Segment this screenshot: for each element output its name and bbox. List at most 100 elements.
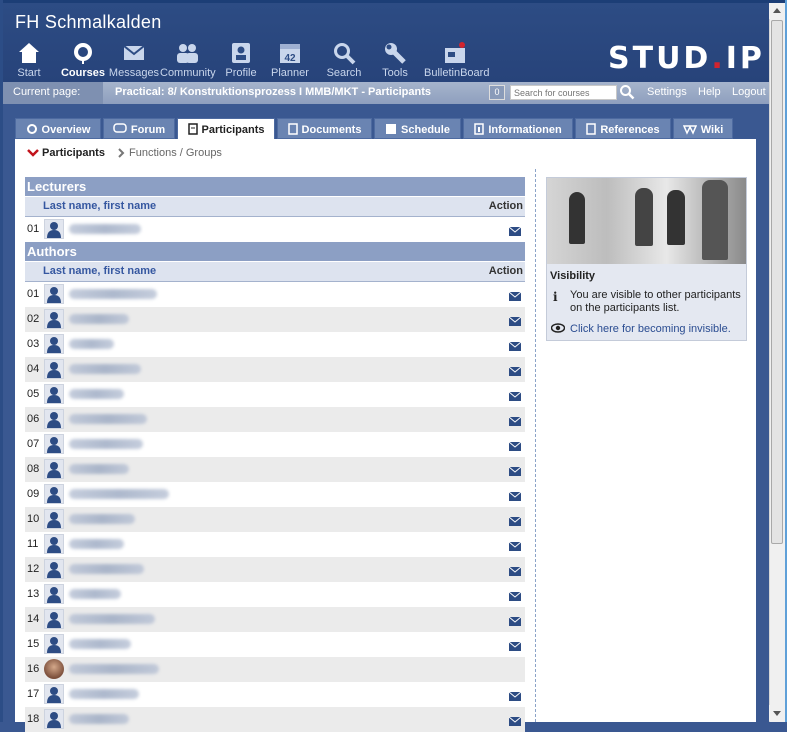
nav-planner[interactable]: 42 Planner (265, 41, 315, 79)
participant-name-blurred[interactable] (69, 339, 114, 349)
tab-forum[interactable]: Forum (103, 118, 175, 139)
send-message-icon[interactable] (508, 640, 522, 651)
row-number: 01 (27, 223, 40, 235)
participant-name-blurred[interactable] (69, 489, 169, 499)
participant-name-blurred[interactable] (69, 589, 121, 599)
participant-name-blurred[interactable] (69, 314, 129, 324)
notification-counter[interactable]: 0 (489, 85, 505, 100)
tab-schedule[interactable]: Schedule (374, 118, 461, 139)
avatar[interactable] (44, 384, 64, 404)
avatar[interactable] (44, 584, 64, 604)
scroll-up-button[interactable] (769, 3, 785, 19)
settings-link[interactable]: Settings (647, 86, 687, 98)
send-message-icon[interactable] (508, 415, 522, 426)
send-message-icon[interactable] (508, 615, 522, 626)
participant-name-blurred[interactable] (69, 639, 131, 649)
participant-name-blurred[interactable] (69, 514, 135, 524)
avatar[interactable] (44, 359, 64, 379)
chevron-right-icon (118, 148, 125, 158)
nav-bulletinboard[interactable]: BulletinBoard (424, 41, 489, 79)
tab-wiki[interactable]: Wiki (673, 118, 733, 139)
scroll-down-button[interactable] (769, 705, 785, 721)
nav-search[interactable]: Search (316, 41, 372, 79)
send-message-icon[interactable] (508, 590, 522, 601)
avatar[interactable] (44, 309, 64, 329)
scrollbar-thumb[interactable] (771, 20, 783, 544)
nav-community[interactable]: Community (160, 41, 216, 79)
subnav-functions-groups[interactable]: Functions / Groups (129, 147, 222, 159)
studip-logo[interactable]: STUD.IP (608, 41, 765, 76)
avatar[interactable] (44, 709, 64, 729)
send-message-icon[interactable] (508, 565, 522, 576)
course-search-input[interactable] (510, 85, 617, 100)
participant-name-blurred[interactable] (69, 664, 159, 674)
search-icon[interactable] (619, 84, 635, 100)
column-action-label: Action (488, 200, 523, 212)
participant-name-blurred[interactable] (69, 289, 157, 299)
nav-label: Planner (271, 67, 309, 79)
avatar[interactable] (44, 459, 64, 479)
send-message-icon[interactable] (508, 365, 522, 376)
send-message-icon[interactable] (508, 490, 522, 501)
overview-icon (26, 123, 38, 138)
avatar[interactable] (44, 559, 64, 579)
nav-start[interactable]: Start (3, 41, 55, 79)
avatar[interactable] (44, 219, 64, 239)
nav-courses[interactable]: Courses (54, 41, 112, 79)
avatar[interactable] (44, 284, 64, 304)
avatar[interactable] (44, 609, 64, 629)
participant-name-blurred[interactable] (69, 439, 143, 449)
nav-tools[interactable]: Tools (367, 41, 423, 79)
tab-documents[interactable]: Documents (277, 118, 372, 139)
send-message-icon[interactable] (508, 465, 522, 476)
help-link[interactable]: Help (698, 86, 721, 98)
participant-name-blurred[interactable] (69, 414, 147, 424)
avatar[interactable] (44, 534, 64, 554)
avatar[interactable] (44, 334, 64, 354)
row-number: 09 (27, 488, 40, 500)
tab-informationen[interactable]: Informationen (463, 118, 573, 139)
logout-link[interactable]: Logout (732, 86, 766, 98)
avatar[interactable] (44, 509, 64, 529)
tab-participants[interactable]: Participants (177, 118, 275, 140)
participant-name-blurred[interactable] (69, 564, 144, 574)
become-invisible-link[interactable]: Click here for becoming invisible. (570, 323, 731, 335)
participant-name-blurred[interactable] (69, 689, 139, 699)
participant-name-blurred[interactable] (69, 539, 124, 549)
send-message-icon[interactable] (508, 515, 522, 526)
table-row: 08 (25, 457, 525, 482)
send-message-icon[interactable] (508, 290, 522, 301)
column-name-label[interactable]: Last name, first name (43, 200, 156, 212)
avatar[interactable] (44, 634, 64, 654)
send-message-icon[interactable] (508, 540, 522, 551)
column-name-label[interactable]: Last name, first name (43, 265, 156, 277)
subnav-participants[interactable]: Participants (42, 147, 105, 159)
send-message-icon[interactable] (508, 690, 522, 701)
participant-name-blurred[interactable] (69, 364, 141, 374)
send-message-icon[interactable] (508, 340, 522, 351)
send-message-icon[interactable] (508, 440, 522, 451)
schedule-icon (385, 123, 397, 138)
participant-name-blurred[interactable] (69, 714, 129, 724)
send-message-icon[interactable] (508, 315, 522, 326)
row-number: 17 (27, 688, 40, 700)
participant-name-blurred[interactable] (69, 224, 141, 234)
avatar[interactable] (44, 659, 64, 679)
tab-references[interactable]: References (575, 118, 671, 139)
send-message-icon[interactable] (508, 390, 522, 401)
send-message-icon[interactable] (508, 225, 522, 236)
avatar[interactable] (44, 434, 64, 454)
participant-name-blurred[interactable] (69, 389, 124, 399)
send-message-icon[interactable] (508, 715, 522, 726)
nav-profile[interactable]: Profile (211, 41, 271, 79)
avatar[interactable] (44, 409, 64, 429)
participant-name-blurred[interactable] (69, 464, 129, 474)
row-number: 11 (27, 538, 39, 550)
table-row: 05 (25, 382, 525, 407)
participants-icon (187, 123, 198, 138)
participant-name-blurred[interactable] (69, 614, 155, 624)
nav-messages[interactable]: Messages (108, 41, 160, 79)
avatar[interactable] (44, 684, 64, 704)
avatar[interactable] (44, 484, 64, 504)
tab-overview[interactable]: Overview (15, 118, 101, 139)
